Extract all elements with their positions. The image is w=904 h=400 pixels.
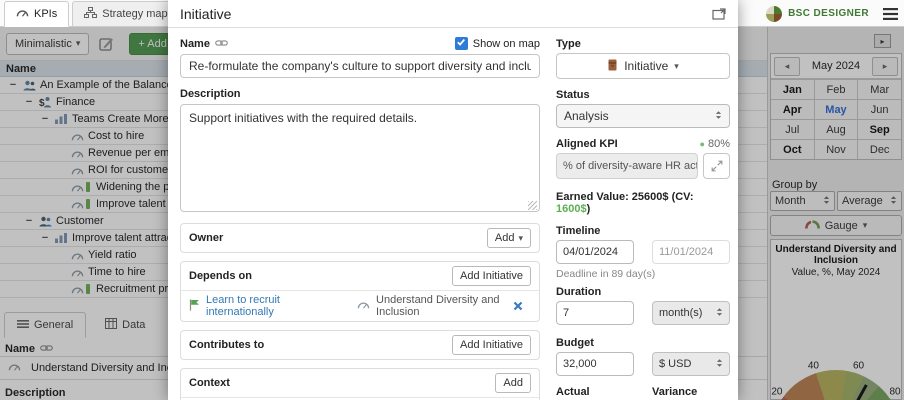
description-textarea[interactable]: Support initiatives with the required de… [180,104,540,212]
aligned-kpi-field: % of diversity-aware HR activities [556,153,698,179]
duration-input[interactable] [556,301,634,325]
duration-label: Duration [556,286,730,298]
kpis-tab-icon [16,8,29,20]
description-label: Description [180,88,540,100]
type-label: Type [556,38,730,50]
tab-strategy-map-label: Strategy map [102,8,167,20]
currency-value: $ USD [659,358,713,370]
name-label: Name [180,38,210,50]
logo-area: BSC DESIGNER [766,0,898,27]
show-on-map-label: Show on map [473,38,540,50]
initiative-flag-icon [189,299,200,314]
status-value: Analysis [564,109,711,123]
deadline-note: Deadline in 89 day(s) [556,268,730,280]
aligned-kpi-label: Aligned KPI [556,138,618,150]
tab-strategy-map[interactable]: Strategy map [72,1,179,27]
variance-label: Variance [652,386,730,398]
end-date-input[interactable] [652,240,730,264]
context-label: Context [189,377,495,389]
aligned-kpi-row: Aligned KPI ● 80% [556,138,730,150]
link-icon [215,38,228,50]
type-value: Initiative [624,59,668,73]
owner-add-label: Add [495,232,515,244]
kpi-gauge-icon [357,300,370,312]
hamburger-menu-icon[interactable] [883,8,898,20]
timeline-label: Timeline [556,225,730,237]
dialog-title: Initiative [180,6,712,22]
earned-value-text: Earned Value: 25600$ (CV: [556,191,694,203]
bsc-designer-logo-icon [766,6,782,22]
depends-add-initiative-button[interactable]: Add Initiative [452,266,531,286]
dialog-header: Initiative [168,0,738,28]
contributes-to-label: Contributes to [189,339,452,351]
currency-select[interactable]: $ USD [652,352,730,376]
depends-on-panel: Depends on Add Initiative Learn to recru… [180,261,540,322]
earned-value-suffix: ) [587,203,591,215]
strategy-map-tab-icon [84,7,97,21]
earned-value-line: Earned Value: 25600$ (CV: 1600$) [556,191,730,215]
duration-unit-value: month(s) [659,307,713,319]
actual-label: Actual [556,386,634,398]
owner-add-button[interactable]: Add ▾ [487,228,531,248]
budget-input[interactable] [556,352,634,376]
depends-on-item: Learn to recruit internationally Underst… [181,290,539,321]
initiative-name-input[interactable] [180,54,540,78]
select-arrows-icon [716,307,723,320]
owner-panel: Owner Add ▾ [180,223,540,253]
kpi-progress-value: 80% [708,138,730,150]
budget-label: Budget [556,337,730,349]
type-dropdown[interactable]: Initiative ▾ [556,53,730,79]
remove-dependency-icon[interactable] [504,301,531,311]
dialog-right-column: Type Initiative ▾ Status Analysis Aligne… [556,28,730,400]
app-root: KPIs Strategy map BSC DESIGNER Minimalis… [0,0,904,400]
check-icon [456,37,466,50]
initiative-type-icon [607,59,618,74]
tab-kpis-label: KPIs [34,8,57,20]
show-on-map-checkbox[interactable] [455,37,468,50]
progress-dot-icon: ● [700,139,705,149]
select-arrows-icon [716,358,723,371]
contributes-add-initiative-button[interactable]: Add Initiative [452,335,531,355]
chevron-down-icon: ▾ [674,61,679,72]
context-panel: Context Add Understand Diversity and Inc… [180,368,540,400]
owner-label: Owner [189,232,487,244]
depends-target-kpi: Understand Diversity and Inclusion [376,294,504,318]
cost-variance-value: 1600$ [556,203,587,215]
duration-unit-select[interactable]: month(s) [652,301,730,325]
contributes-to-panel: Contributes to Add Initiative [180,330,540,360]
depends-on-label: Depends on [189,270,452,282]
tab-kpis[interactable]: KPIs [4,1,69,27]
open-kpi-button[interactable] [703,153,730,179]
start-date-input[interactable] [556,240,634,264]
context-add-button[interactable]: Add [495,373,531,393]
resize-handle[interactable] [528,201,537,210]
initiative-dialog: Initiative Name Show on map Description … [168,0,738,400]
open-in-window-icon[interactable] [712,8,726,20]
select-arrows-icon [715,109,722,123]
logo-text: BSC DESIGNER [788,8,869,19]
kpi-progress: ● 80% [700,138,730,150]
dialog-left-column: Name Show on map Description Support ini… [180,28,540,400]
status-label: Status [556,89,730,101]
status-select[interactable]: Analysis [556,104,730,128]
depends-initiative-link[interactable]: Learn to recruit internationally [206,294,319,318]
chevron-down-icon: ▾ [518,233,523,244]
